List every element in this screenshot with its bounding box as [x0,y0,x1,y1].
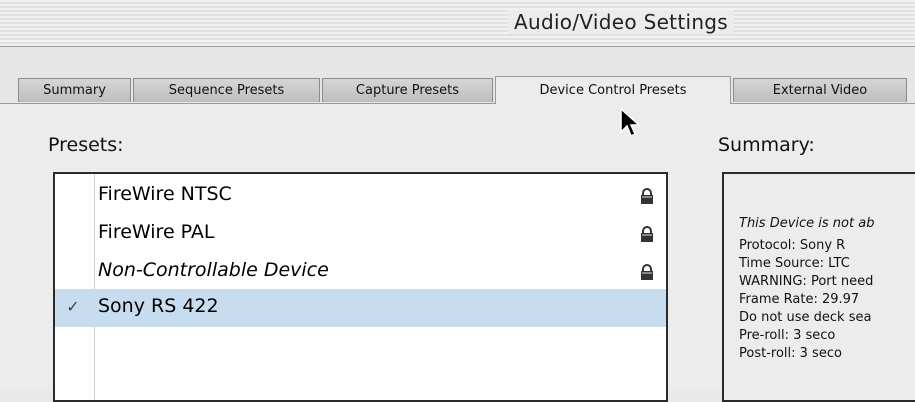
tab-label: Sequence Presets [168,83,285,98]
tab-device-control-presets[interactable]: Device Control Presets [495,76,731,104]
summary-label: Summary: [718,134,815,156]
tab-baseline [0,103,915,104]
preset-row-firewire-pal[interactable]: FireWire PAL [55,215,666,253]
tab-label: Summary [43,83,106,98]
arrow-cursor-icon [620,108,641,138]
preset-name: Sony RS 422 [98,295,219,317]
summary-pre-roll: Pre-roll: 3 seco [739,328,836,343]
preset-name: FireWire NTSC [98,183,232,205]
summary-box: This Device is not ab Protocol: Sony R T… [722,172,915,402]
lock-icon [641,226,653,242]
tab-label: Device Control Presets [539,83,687,98]
tab-label: External Video [772,83,868,98]
preset-name: FireWire PAL [98,221,215,243]
preset-row-firewire-ntsc[interactable]: FireWire NTSC [55,177,666,215]
lock-icon [641,188,653,204]
tab-label: Capture Presets [355,83,460,98]
summary-time-source: Time Source: LTC [739,256,850,271]
presets-label: Presets: [48,134,124,156]
tab-sequence-presets[interactable]: Sequence Presets [133,78,320,102]
summary-note: This Device is not ab [739,216,875,231]
preset-row-non-controllable-device[interactable]: Non-Controllable Device [55,253,666,291]
presets-list[interactable]: FireWire NTSC FireWire PAL Non-Controlla… [53,172,668,402]
summary-frame-rate: Frame Rate: 29.97 [739,292,860,307]
tab-summary[interactable]: Summary [18,78,131,102]
summary-protocol: Protocol: Sony R [739,238,846,253]
summary-deck-search: Do not use deck sea [739,310,872,325]
tab-external-video[interactable]: External Video [733,78,907,102]
lock-icon [641,264,653,280]
tab-capture-presets[interactable]: Capture Presets [322,78,493,102]
window-title: Audio/Video Settings [508,10,735,34]
summary-post-roll: Post-roll: 3 seco [739,346,842,361]
title-bar[interactable]: Audio/Video Settings [0,0,915,47]
summary-warning: WARNING: Port need [739,274,874,289]
preset-name: Non-Controllable Device [98,259,329,281]
checkmark-icon[interactable]: ✓ [63,297,83,316]
preset-row-sony-rs-422[interactable]: ✓ Sony RS 422 [55,289,666,327]
